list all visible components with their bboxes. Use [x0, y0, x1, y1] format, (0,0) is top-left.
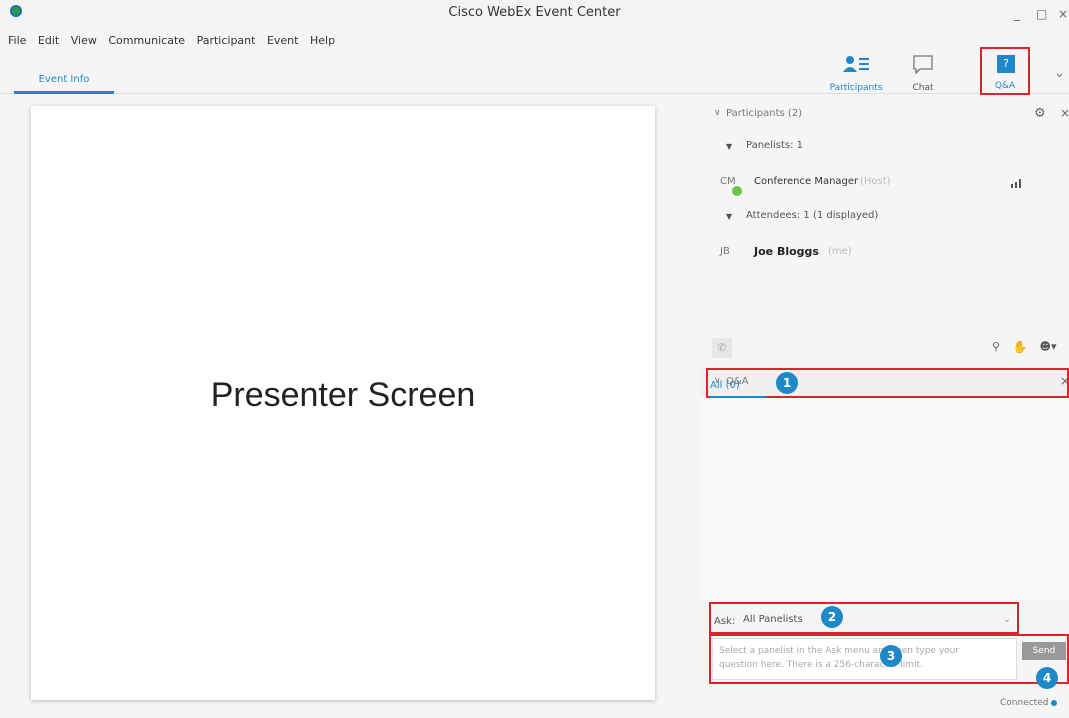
- chat-button-label: Chat: [912, 83, 934, 93]
- callout-box-2: [709, 602, 1019, 634]
- more-panels-chevron-icon[interactable]: ⌄: [1054, 66, 1065, 81]
- close-icon[interactable]: ×: [1060, 106, 1069, 120]
- chat-panel-button[interactable]: Chat: [893, 50, 953, 96]
- presence-indicator: [732, 186, 742, 196]
- phone-icon[interactable]: ✆: [712, 338, 732, 358]
- minimize-button[interactable]: _: [1014, 7, 1020, 21]
- audio-level-icon: [1011, 179, 1021, 188]
- chat-icon: [913, 55, 933, 75]
- participants-icon: [843, 56, 869, 72]
- menu-help[interactable]: Help: [310, 34, 335, 47]
- callout-badge-3: 3: [880, 645, 902, 667]
- presenter-screen-label: Presenter Screen: [210, 376, 476, 414]
- side-panel: ∨ Participants (2) ⚙ × ▼ Panelists: 1 CM…: [700, 98, 1069, 718]
- participants-section-header[interactable]: ∨ Participants (2) ⚙ ×: [700, 104, 1069, 130]
- menu-view[interactable]: View: [71, 34, 97, 47]
- attendee-name[interactable]: Joe Bloggs: [754, 245, 819, 258]
- tab-all-questions[interactable]: All (0): [710, 380, 766, 398]
- close-button[interactable]: ×: [1058, 7, 1068, 21]
- raise-hand-icon[interactable]: ✋: [1010, 338, 1030, 356]
- qa-question-list: [700, 399, 1069, 599]
- attendees-group-label: Attendees: 1 (1 displayed): [746, 210, 879, 221]
- qa-panel-button[interactable]: ? Q&A: [980, 47, 1030, 95]
- triangle-down-icon[interactable]: ▼: [726, 142, 732, 151]
- callout-badge-4: 4: [1036, 667, 1058, 689]
- network-icon[interactable]: ⚲: [986, 338, 1006, 356]
- title-bar: Cisco WebEx Event Center _ □ ×: [0, 0, 1069, 32]
- avatar: JB: [720, 246, 730, 257]
- menu-file[interactable]: File: [8, 34, 26, 47]
- host-role: (Host): [860, 176, 891, 187]
- emoticon-icon[interactable]: ☻▾: [1034, 338, 1062, 356]
- menu-bar: File Edit View Communicate Participant E…: [8, 34, 343, 47]
- connection-status-text: Connected: [1000, 698, 1049, 708]
- maximize-button[interactable]: □: [1036, 7, 1047, 21]
- tab-event-info[interactable]: Event Info: [14, 74, 114, 94]
- avatar: CM: [720, 176, 736, 187]
- gear-icon[interactable]: ⚙: [1034, 106, 1046, 121]
- callout-badge-2: 2: [821, 606, 843, 628]
- menu-communicate[interactable]: Communicate: [108, 34, 185, 47]
- callout-badge-1: 1: [776, 372, 798, 394]
- qa-icon: ?: [997, 55, 1015, 73]
- window-title: Cisco WebEx Event Center: [448, 5, 621, 20]
- presenter-screen: Presenter Screen: [31, 106, 655, 700]
- participants-header-label: Participants (2): [726, 108, 803, 119]
- menu-edit[interactable]: Edit: [38, 34, 59, 47]
- triangle-down-icon[interactable]: ▼: [726, 212, 732, 221]
- participants-panel-button[interactable]: Participants: [826, 50, 886, 96]
- connection-status: Connected: [1000, 698, 1058, 708]
- connection-status-dot: [1051, 699, 1058, 706]
- qa-button-label: Q&A: [994, 81, 1016, 91]
- chevron-down-icon: ∨: [714, 108, 721, 118]
- menu-participant[interactable]: Participant: [197, 34, 256, 47]
- qa-icon-glyph: ?: [1003, 57, 1009, 70]
- send-button[interactable]: Send: [1022, 642, 1066, 660]
- attendee-role: (me): [828, 246, 852, 257]
- panelists-group-label: Panelists: 1: [746, 140, 804, 151]
- host-name[interactable]: Conference Manager: [754, 176, 858, 187]
- menu-event[interactable]: Event: [267, 34, 299, 47]
- participants-button-label: Participants: [829, 83, 883, 93]
